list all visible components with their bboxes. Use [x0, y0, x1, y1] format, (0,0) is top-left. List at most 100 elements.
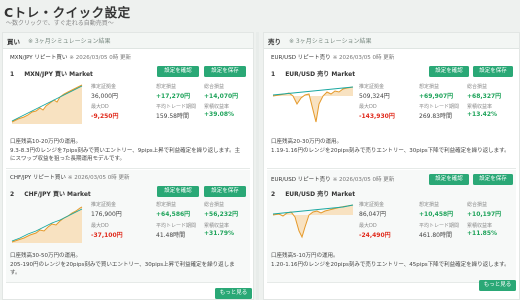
buy-panel: 買い ※ 3ヶ月シミュレーション結果 MXN/JPY リピート買い ※ 2026/… — [2, 32, 254, 300]
total-profit-value: +68,327円 — [467, 93, 502, 100]
total-profit-value: +14,070円 — [204, 93, 239, 100]
confirm-settings-button[interactable]: 設定を確認 — [157, 66, 199, 77]
strategy-description: 口座残高30-50万円の運用。 205-190円のレンジを20pips刻みで買い… — [10, 253, 235, 276]
expected-profit-value: +10,458円 — [419, 211, 454, 218]
buy-panel-header: 買い ※ 3ヶ月シミュレーション結果 — [3, 33, 253, 49]
avg-trade-period-value: 159.58時間 — [156, 113, 189, 120]
stat-label: 総合損益 — [204, 202, 225, 208]
strategy-rank-row: 1 EUR/USD 売り Market — [271, 69, 355, 78]
buy-panel-title: 買い — [7, 37, 20, 46]
card-pair-label: EUR/USD リピート売り — [271, 177, 331, 183]
cumulative-return-value: +13.42% — [467, 111, 498, 118]
stat-label: 最大DD — [359, 223, 377, 229]
margin-value: 36,000円 — [91, 93, 118, 100]
rank-number: 1 — [10, 71, 15, 78]
expected-profit-value: +69,907円 — [419, 93, 454, 100]
show-more-button[interactable]: もっと見る — [479, 280, 516, 291]
stat-label: 平均トレード期間 — [156, 104, 197, 110]
strategy-name: CHF/JPY 買い Market — [24, 191, 91, 198]
stat-label: 最大DD — [359, 104, 377, 110]
strategy-name: EUR/USD 売り Market — [285, 191, 356, 198]
save-settings-button[interactable]: 設定を保存 — [473, 66, 513, 77]
total-profit-value: +10,197円 — [467, 211, 502, 218]
performance-chart — [11, 84, 83, 124]
rank-number: 2 — [271, 191, 276, 198]
performance-chart — [11, 206, 83, 243]
page-subtitle: ～数クリックで、すぐ走れる自動売買～ — [6, 20, 114, 27]
stat-label: 累積収益率 — [204, 223, 230, 229]
strategy-card-buy-1: MXN/JPY リピート買い ※ 2026/03/05 0時 更新 設定を確認 設… — [6, 50, 250, 169]
strategy-card-sell-1: EUR/USD リピート売り ※ 2026/03/05 0時 更新 設定を確認 設… — [267, 50, 516, 169]
stat-label: 最大DD — [91, 223, 109, 229]
card-pair-label: EUR/USD リピート売り — [271, 55, 331, 61]
card-update-date: ※ 2026/03/05 0時 更新 — [67, 175, 130, 181]
max-drawdown-value: -9,250円 — [91, 113, 119, 120]
strategy-description: 口座残高20-30万円の運用。 1.19-1.16円のレンジを20pips刻みで… — [271, 139, 510, 154]
stat-label: 想定損益 — [156, 84, 177, 90]
avg-trade-period-value: 269.83時間 — [419, 113, 452, 120]
stat-label: 総合損益 — [467, 84, 488, 90]
stat-label: 推定証拠金 — [359, 84, 385, 90]
card-update-date: ※ 2026/03/05 0時 更新 — [69, 55, 131, 61]
strategy-description: 口座残高10-20万円の運用。 9.3-8.3円のレンジを7pips刻みで買いエ… — [10, 139, 241, 162]
expected-profit-value: +64,586円 — [156, 211, 191, 218]
margin-value: 86,047円 — [359, 211, 386, 218]
expected-profit-value: +17,270円 — [156, 93, 191, 100]
margin-value: 176,900円 — [91, 211, 122, 218]
stat-label: 推定証拠金 — [91, 84, 117, 90]
divider — [256, 32, 259, 300]
avg-trade-period-value: 461.80時間 — [419, 232, 452, 239]
cumulative-return-value: +11.85% — [467, 230, 498, 237]
strategy-rank-row: 1 MXN/JPY 買い Market — [10, 69, 93, 78]
buy-panel-note: ※ 3ヶ月シミュレーション結果 — [28, 38, 111, 45]
card-header: EUR/USD リピート売り ※ 2026/03/05 0時 更新 — [271, 53, 394, 61]
strategy-description: 口座残高5-10万円の運用。 1.20-1.16円のレンジを20pips刻みで売… — [271, 253, 510, 268]
strategy-name: MXN/JPY 買い Market — [24, 71, 93, 78]
max-drawdown-value: -37,100円 — [91, 232, 123, 239]
card-update-date: ※ 2026/03/05 0時 更新 — [332, 55, 395, 61]
stat-label: 総合損益 — [204, 84, 225, 90]
sell-panel: 売り ※ 3ヶ月シミュレーション結果 EUR/USD リピート売り ※ 2026/… — [263, 32, 520, 300]
performance-chart — [272, 204, 354, 239]
stat-label: 想定損益 — [419, 84, 440, 90]
rank-number: 2 — [10, 191, 15, 198]
card-pair-label: CHF/JPY リピート買い — [10, 175, 66, 181]
stat-label: 平均トレード期間 — [419, 223, 460, 229]
cumulative-return-value: +39.08% — [204, 111, 235, 118]
strategy-card-buy-2: CHF/JPY リピート買い ※ 2026/03/05 0時 更新 設定を確認 設… — [6, 170, 250, 283]
sell-panel-header: 売り ※ 3ヶ月シミュレーション結果 — [264, 33, 519, 49]
stat-label: 総合損益 — [467, 202, 488, 208]
total-profit-value: +56,232円 — [204, 211, 239, 218]
stat-label: 累積収益率 — [204, 104, 230, 110]
strategy-rank-row: 2 CHF/JPY 買い Market — [10, 189, 91, 198]
save-settings-button[interactable]: 設定を保存 — [204, 186, 246, 197]
sell-panel-title: 売り — [268, 37, 281, 46]
stat-label: 平均トレード期間 — [156, 223, 197, 229]
confirm-settings-button[interactable]: 設定を確認 — [429, 66, 469, 77]
sell-panel-note: ※ 3ヶ月シミュレーション結果 — [289, 38, 372, 45]
save-settings-button[interactable]: 設定を保存 — [204, 66, 246, 77]
margin-value: 509,324円 — [359, 93, 390, 100]
stat-label: 想定損益 — [419, 202, 440, 208]
card-header: CHF/JPY リピート買い ※ 2026/03/05 0時 更新 — [10, 173, 129, 181]
stat-label: 累積収益率 — [467, 104, 493, 110]
stat-label: 推定証拠金 — [359, 202, 385, 208]
card-header: MXN/JPY リピート買い ※ 2026/03/05 0時 更新 — [10, 53, 131, 61]
confirm-settings-button[interactable]: 設定を確認 — [157, 186, 199, 197]
save-settings-button[interactable]: 設定を保存 — [473, 174, 513, 185]
stat-label: 想定損益 — [156, 202, 177, 208]
max-drawdown-value: -143,930円 — [359, 113, 395, 120]
show-more-button[interactable]: もっと見る — [215, 288, 252, 299]
performance-chart — [272, 86, 354, 123]
strategy-name: EUR/USD 売り Market — [285, 71, 356, 78]
confirm-settings-button[interactable]: 設定を確認 — [429, 174, 469, 185]
strategy-card-sell-2: 設定を確認 設定を保存 EUR/USD リピート売り ※ 2026/03/05 0… — [267, 170, 516, 283]
stat-label: 最大DD — [91, 104, 109, 110]
strategy-rank-row: 2 EUR/USD 売り Market — [271, 189, 355, 198]
cumulative-return-value: +31.79% — [204, 230, 235, 237]
stat-label: 累積収益率 — [467, 223, 493, 229]
card-update-date: ※ 2026/03/05 0時 更新 — [332, 177, 395, 183]
card-header: EUR/USD リピート売り ※ 2026/03/05 0時 更新 — [271, 175, 394, 183]
rank-number: 1 — [271, 71, 276, 78]
avg-trade-period-value: 41.48時間 — [156, 232, 186, 239]
